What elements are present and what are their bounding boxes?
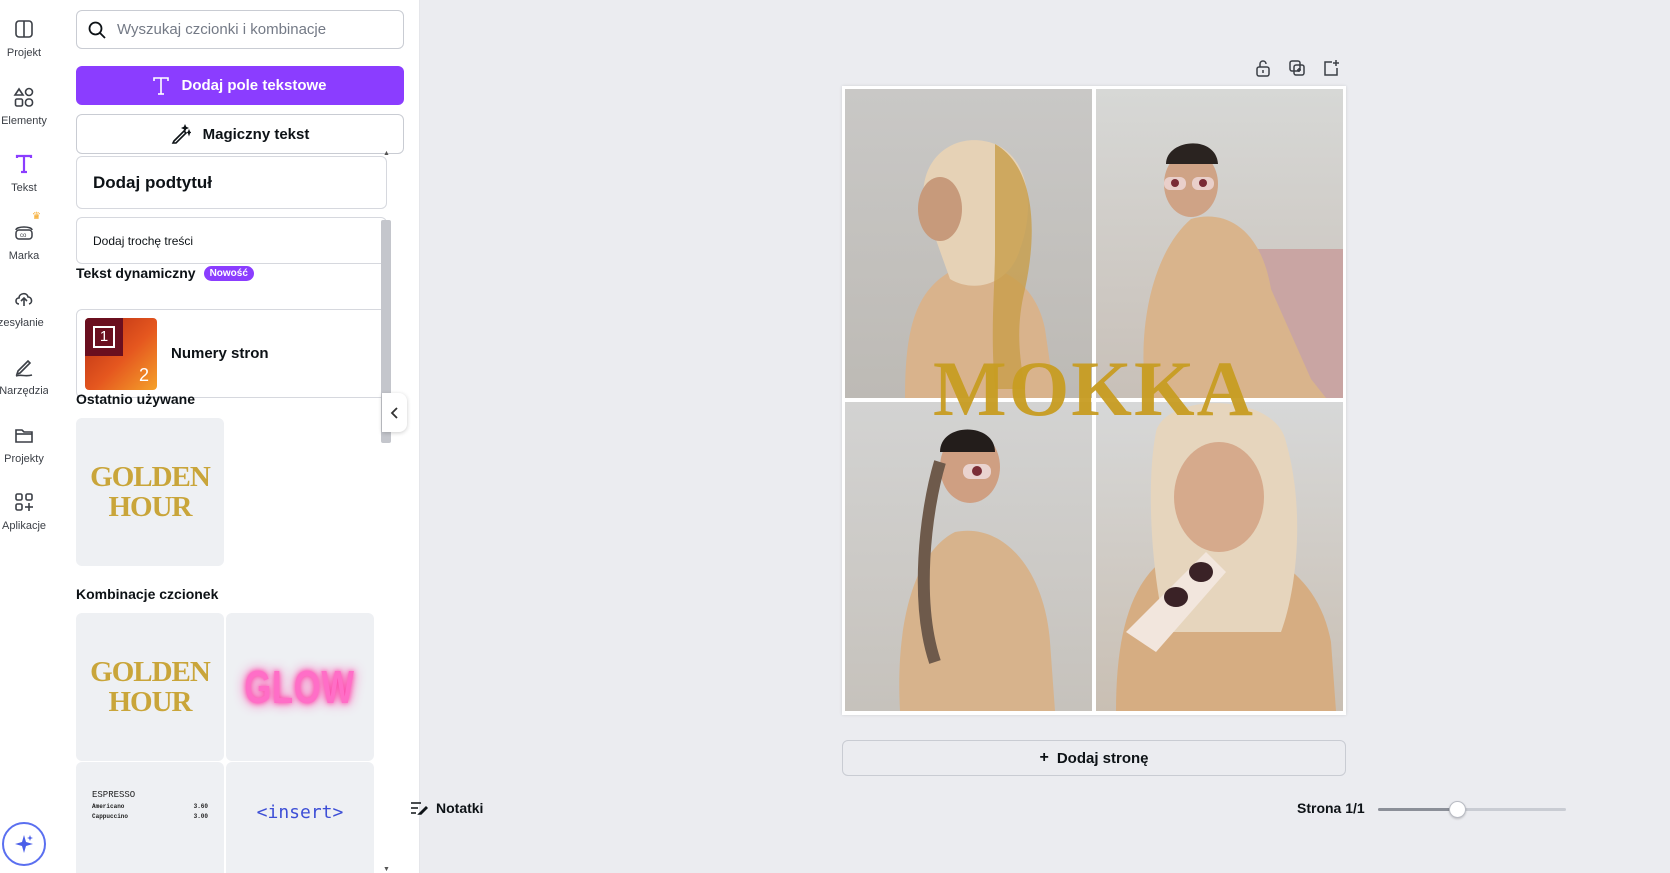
notes-icon [411, 802, 428, 815]
dynamic-text-heading: Tekst dynamiczny Nowość [76, 265, 254, 281]
espresso-title: ESPRESSO [92, 790, 136, 800]
cloud-upload-icon [15, 292, 33, 306]
rail-item-elementy[interactable]: Elementy [0, 82, 48, 142]
duplicate-page-icon[interactable] [1286, 57, 1308, 79]
photo-closeup-sunglasses[interactable] [1096, 402, 1343, 711]
text-panel: Dodaj pole tekstowe Magiczny tekst Dodaj… [48, 0, 420, 873]
left-rail: Projekt Elementy Tekst ♛ co Marka rzesył… [0, 0, 49, 873]
rail-label: Tekst [11, 182, 37, 194]
new-badge: Nowość [203, 265, 254, 281]
dynamic-text-title: Tekst dynamiczny [76, 265, 196, 281]
folder-icon [15, 429, 33, 443]
panel-scrollbar[interactable]: ▲ ▼ [380, 150, 392, 873]
thumb-number-1: 1 [93, 325, 115, 348]
brand-icon: co [15, 226, 33, 240]
combo-espresso-tile[interactable]: ESPRESSO Americano 3.60 Cappuccino 3.00 [76, 762, 224, 873]
rail-label: rzesyłanie [0, 317, 44, 329]
combo-insert-tile[interactable]: <insert> [226, 762, 374, 873]
page-numbers-thumbnail: 1 2 [85, 317, 157, 390]
recent-golden-hour-tile[interactable]: GOLDEN HOUR [76, 418, 224, 566]
panel-scroll-area: Dodaj podtytuł Dodaj trochę treści Tekst… [76, 156, 392, 873]
shapes-icon [13, 87, 34, 107]
search-icon [88, 21, 106, 39]
add-textbox-label: Dodaj pole tekstowe [181, 77, 327, 94]
zoom-slider-knob[interactable] [1448, 801, 1466, 818]
rail-label: Aplikacje [1, 520, 47, 532]
combo-glow-tile[interactable]: GLOW [226, 613, 374, 761]
golden-line-2: HOUR [108, 686, 193, 718]
lock-icon[interactable] [1252, 57, 1274, 79]
design-title-text[interactable]: MOKKA [842, 344, 1346, 434]
rail-item-projekt[interactable]: Projekt [0, 14, 48, 74]
page-numbers-label: Numery stron [171, 345, 269, 362]
search-box[interactable] [76, 10, 404, 49]
zoom-slider[interactable] [1378, 801, 1566, 818]
glow-preview: GLOW [244, 661, 356, 713]
design-page[interactable]: MOKKA [842, 86, 1346, 715]
page-toolbar [1252, 57, 1342, 79]
rail-label: Marka [8, 250, 40, 262]
rail-item-aplikacje[interactable]: Aplikacje [0, 487, 48, 547]
photo-side-sunglasses[interactable] [845, 402, 1092, 711]
rail-item-projekty[interactable]: Projekty [0, 420, 48, 480]
thumb-number-2: 2 [138, 364, 149, 385]
zoom-slider-fill [1378, 808, 1457, 811]
add-page-button[interactable]: + Dodaj stronę [842, 740, 1346, 776]
pen-icon [15, 359, 33, 377]
sparkle-icon [15, 835, 33, 853]
svg-text:co: co [20, 233, 27, 239]
rail-label: Projekty [4, 453, 44, 465]
espresso-row: Cappuccino 3.00 [92, 813, 208, 820]
collapse-panel-button[interactable] [382, 393, 407, 432]
rail-item-przesylanie[interactable]: rzesyłanie [0, 284, 48, 344]
recent-heading: Ostatnio używane [76, 391, 195, 407]
recent-title: Ostatnio używane [76, 391, 196, 407]
golden-hour-preview: GOLDEN HOUR [90, 461, 211, 523]
magic-pen-icon [171, 124, 191, 144]
text-icon [15, 154, 33, 174]
text-icon [153, 76, 170, 95]
page-indicator[interactable]: Strona 1/1 [1297, 800, 1365, 816]
crown-icon: ♛ [32, 211, 41, 222]
espresso-row: Americano 3.60 [92, 803, 208, 810]
add-subtitle-card[interactable]: Dodaj podtytuł [76, 156, 387, 209]
magic-text-label: Magiczny tekst [202, 125, 310, 143]
rail-label: Projekt [6, 47, 42, 59]
golden-line-1: GOLDEN [90, 656, 211, 688]
combo-golden-hour-tile[interactable]: GOLDEN HOUR [76, 613, 224, 761]
golden-hour-preview: GOLDEN HOUR [90, 656, 211, 718]
search-input[interactable] [117, 21, 397, 38]
notes-label: Notatki [436, 800, 484, 816]
layout-icon [15, 20, 33, 38]
add-textbox-button[interactable]: Dodaj pole tekstowe [76, 66, 404, 105]
add-body-card[interactable]: Dodaj trochę treści [76, 217, 387, 264]
combos-title: Kombinacje czcionek [76, 586, 219, 602]
plus-icon: + [1039, 749, 1049, 766]
magic-text-button[interactable]: Magiczny tekst [76, 114, 404, 154]
rail-label: Narzędzia [0, 385, 49, 397]
scroll-up-arrow-icon[interactable]: ▲ [383, 150, 390, 157]
magic-assistant-button[interactable] [2, 822, 46, 866]
add-body-label: Dodaj trochę treści [93, 233, 194, 248]
espresso-preview: ESPRESSO Americano 3.60 Cappuccino 3.00 [92, 790, 208, 820]
golden-line-1: GOLDEN [90, 461, 211, 493]
scroll-down-arrow-icon[interactable]: ▼ [383, 866, 390, 873]
rail-item-marka[interactable]: ♛ co Marka [0, 211, 48, 277]
add-page-icon[interactable] [1320, 57, 1342, 79]
golden-line-2: HOUR [108, 491, 193, 523]
add-subtitle-label: Dodaj podtytuł [93, 172, 212, 192]
rail-label: Elementy [1, 115, 47, 127]
page-numbers-card[interactable]: 1 2 Numery stron [76, 309, 387, 398]
insert-preview: <insert> [256, 802, 344, 823]
rail-item-tekst[interactable]: Tekst [0, 149, 48, 209]
apps-icon [15, 493, 33, 511]
add-page-label: Dodaj stronę [1056, 749, 1149, 767]
chevron-left-icon [390, 406, 398, 419]
notes-button[interactable]: Notatki [410, 800, 483, 816]
combos-heading: Kombinacje czcionek [76, 586, 218, 602]
rail-item-narzedzia[interactable]: Narzędzia [0, 352, 49, 412]
